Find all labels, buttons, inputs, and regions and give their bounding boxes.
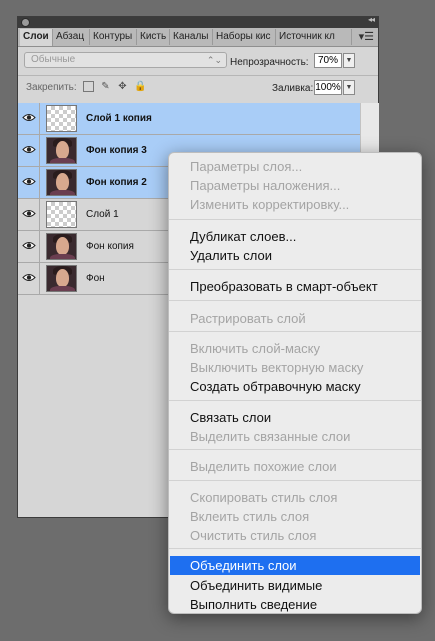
layer-name: Слой 1 (86, 209, 119, 220)
tab-channels[interactable]: Каналы (170, 29, 213, 45)
collapse-icon[interactable]: ◂◂ (368, 15, 375, 24)
menu-item: Вклеить стиль слоя (190, 509, 310, 524)
visibility-toggle[interactable] (18, 167, 40, 198)
blend-row: Обычные ⌃⌄ Непрозрачность: 70% ▼ (18, 47, 378, 75)
visibility-toggle[interactable] (18, 135, 40, 166)
lock-position-icon[interactable]: ✥ (117, 81, 128, 92)
eye-icon (22, 210, 36, 217)
visibility-toggle[interactable] (18, 103, 40, 134)
menu-item[interactable]: Связать слои (169, 408, 421, 427)
eye-icon (22, 242, 36, 249)
updown-icon: ⌃⌄ (206, 55, 222, 65)
menu-item: Параметры слоя... (190, 159, 303, 174)
menu-item: Выделить похожие слои (190, 459, 337, 474)
tab-layers[interactable]: Слои (20, 29, 53, 46)
menu-item: Очистить стиль слоя (190, 528, 317, 543)
lock-row: Закрепить: ✎ ✥ 🔒 Заливка: 100% ▼ (18, 76, 378, 100)
menu-item[interactable]: Дубликат слоев... (169, 227, 421, 246)
blend-mode-value: Обычные (31, 54, 76, 65)
menu-item[interactable]: Объединить слои (170, 556, 420, 575)
layer-thumbnail (46, 201, 77, 228)
opacity-label: Непрозрачность: (230, 57, 309, 68)
menu-item: Выключить векторную маску (190, 360, 364, 375)
layer-name: Фон копия 2 (86, 177, 147, 188)
tab-brush[interactable]: Кисть (137, 29, 170, 45)
layer-name: Фон копия (86, 241, 134, 252)
menu-item[interactable]: Объединить видимые (169, 576, 421, 595)
menu-item[interactable]: Создать обтравочную маску (169, 377, 421, 396)
close-icon[interactable] (21, 18, 30, 27)
menu-separator (169, 449, 421, 450)
menu-separator (169, 331, 421, 332)
menu-separator (169, 400, 421, 401)
layer-thumbnail (46, 169, 77, 196)
fill-label: Заливка: (272, 83, 314, 94)
fill-dropdown-icon[interactable]: ▼ (343, 80, 355, 95)
opacity-input[interactable]: 70% (314, 53, 342, 68)
tab-clone-source[interactable]: Источник кл (276, 29, 352, 45)
lock-transparency-icon[interactable] (83, 81, 94, 92)
panel-menu-icon[interactable]: ▾☰ (359, 30, 374, 43)
layer-row[interactable]: Слой 1 копия (18, 103, 360, 135)
panel-titlebar: ◂◂ (18, 15, 378, 28)
tab-paths[interactable]: Контуры (90, 29, 137, 45)
layer-name: Фон копия 3 (86, 145, 147, 156)
panel-tabs: Слои Абзац Контуры Кисть Каналы Наборы к… (18, 28, 378, 47)
layer-thumbnail (46, 265, 77, 292)
layer-thumbnail (46, 105, 77, 132)
eye-icon (22, 114, 36, 121)
menu-separator (169, 269, 421, 270)
menu-item: Включить слой-маску (190, 341, 320, 356)
visibility-toggle[interactable] (18, 199, 40, 230)
tab-brush-presets[interactable]: Наборы кис (213, 29, 276, 45)
menu-separator (169, 300, 421, 301)
blend-mode-select[interactable]: Обычные ⌃⌄ (24, 52, 227, 68)
lock-pixels-icon[interactable]: ✎ (100, 81, 111, 92)
eye-icon (22, 146, 36, 153)
menu-item: Параметры наложения... (190, 178, 341, 193)
context-menu: Параметры слоя... Параметры наложения... И… (168, 152, 422, 614)
visibility-toggle[interactable] (18, 263, 40, 294)
fill-input[interactable]: 100% (314, 80, 342, 95)
menu-item[interactable]: Удалить слои (169, 246, 421, 265)
tab-paragraph[interactable]: Абзац (53, 29, 90, 45)
visibility-toggle[interactable] (18, 231, 40, 262)
menu-separator (169, 548, 421, 549)
menu-item: Выделить связанные слои (190, 429, 351, 444)
layer-thumbnail (46, 137, 77, 164)
menu-item[interactable]: Выполнить сведение (169, 595, 421, 614)
menu-item: Изменить корректировку... (190, 197, 350, 212)
menu-item: Скопировать стиль слоя (190, 490, 338, 505)
layer-name: Слой 1 копия (86, 113, 152, 124)
menu-separator (169, 480, 421, 481)
layer-name: Фон (86, 273, 105, 284)
lock-label: Закрепить: (26, 82, 77, 93)
eye-icon (22, 178, 36, 185)
menu-separator (169, 219, 421, 220)
menu-item: Растрировать слой (190, 311, 306, 326)
eye-icon (22, 274, 36, 281)
opacity-dropdown-icon[interactable]: ▼ (343, 53, 355, 68)
lock-all-icon[interactable]: 🔒 (134, 81, 146, 92)
menu-item[interactable]: Преобразовать в смарт-объект (169, 277, 421, 296)
layer-thumbnail (46, 233, 77, 260)
